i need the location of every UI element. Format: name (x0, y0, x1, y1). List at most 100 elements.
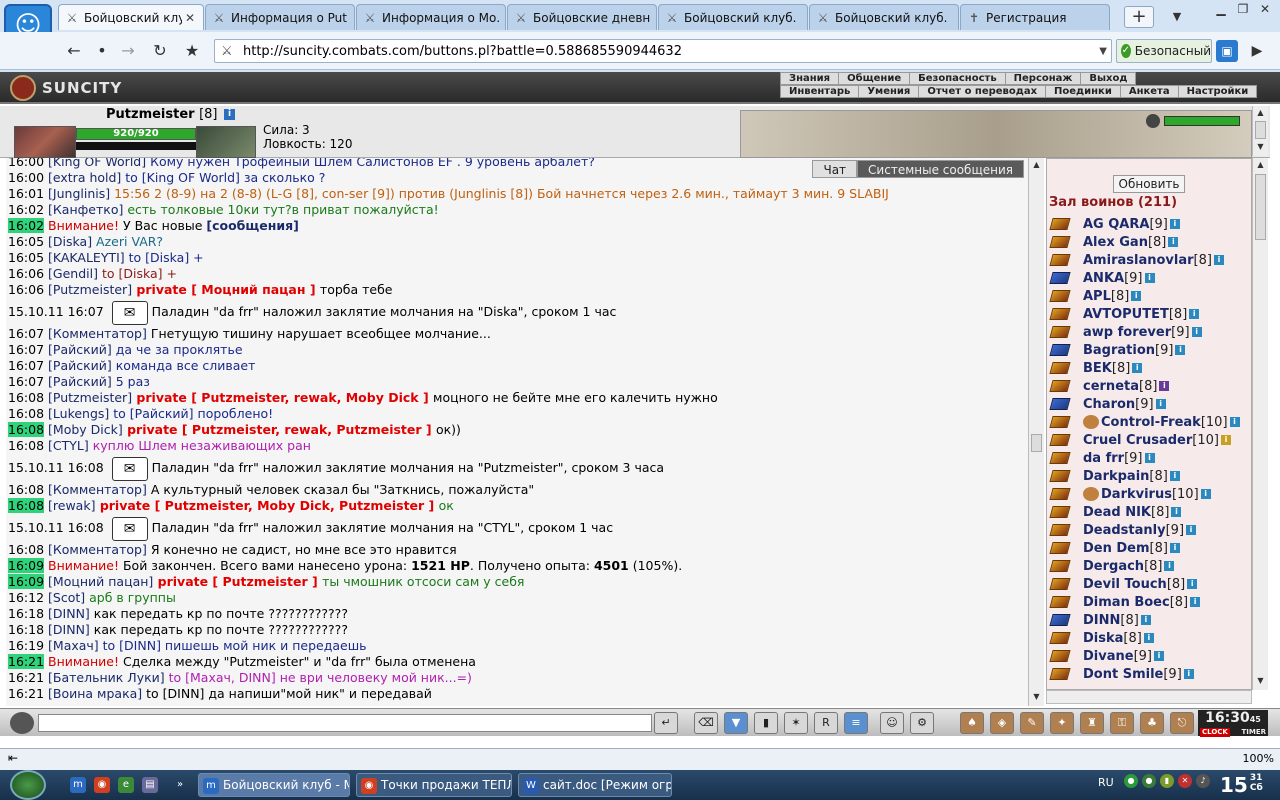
chat-timestamp[interactable]: 16:01 (8, 186, 44, 201)
private-message-icon[interactable] (1049, 396, 1071, 412)
private-message-icon[interactable] (1049, 378, 1071, 394)
player-name[interactable]: AG QARA (1083, 217, 1149, 232)
chat-timestamp[interactable]: 15.10.11 16:08 (8, 520, 104, 535)
chat-nick[interactable]: [Махач] (48, 638, 99, 653)
chat-nick[interactable]: [Моцний пацан] (48, 574, 153, 589)
private-message-icon[interactable] (1049, 486, 1071, 502)
menu-item[interactable]: Умения (858, 86, 918, 97)
chat-nick[interactable]: [Бательник Луки] (48, 670, 165, 685)
chat-nick[interactable]: [Diska] (48, 234, 92, 249)
info-icon[interactable]: i (1200, 489, 1211, 499)
send-icon[interactable]: ↵ (654, 712, 678, 734)
chat-nick[interactable]: [Moby Dick] (48, 422, 123, 437)
info-icon[interactable]: i (1168, 237, 1179, 247)
document-icon[interactable]: ▤ (142, 777, 158, 793)
spells-icon[interactable]: ✦ (1050, 712, 1074, 734)
info-icon[interactable]: i (1131, 291, 1142, 301)
player-name[interactable]: cerneta (1083, 379, 1139, 394)
lock-icon[interactable]: ⚿ (1110, 712, 1134, 734)
player-name[interactable]: Darkpain (1083, 469, 1149, 484)
forward-icon[interactable]: → (116, 40, 140, 62)
chat-nick[interactable]: [Райский] (48, 358, 112, 373)
player-name[interactable]: awp forever (1083, 325, 1171, 340)
friends-icon[interactable]: ♣ (1140, 712, 1164, 734)
player-name[interactable]: Dergach (1083, 559, 1144, 574)
menu-item[interactable]: Инвентарь (781, 86, 858, 97)
chat-timestamp[interactable]: 16:00 (8, 170, 44, 185)
player-name[interactable]: ANKA (1083, 271, 1124, 286)
quill-icon[interactable]: ✎ (1020, 712, 1044, 734)
player-name[interactable]: Bagration (1083, 343, 1155, 358)
zoom-level[interactable]: 100% (1243, 752, 1274, 765)
browser-tab[interactable]: ⚔ Бойцовский клуб. (809, 4, 959, 30)
menu-item[interactable]: Отчет о переводах (918, 86, 1045, 97)
chat-nick[interactable]: [extra hold] (48, 170, 121, 185)
chat-timestamp[interactable]: 16:07 (8, 326, 44, 341)
smiles-icon[interactable]: ☺ (880, 712, 904, 734)
chat-nick[interactable]: [DINN] (48, 622, 90, 637)
close-window-icon[interactable]: ✕ (1254, 0, 1276, 18)
info-icon[interactable]: i (1140, 615, 1151, 625)
maximize-icon[interactable]: ❐ (1232, 0, 1254, 18)
taskbar-item[interactable]: m Бойцовский клуб - M… (198, 773, 350, 797)
browser-tab[interactable]: ⚔ Бойцовские дневни… (507, 4, 657, 30)
network-icon[interactable]: ✕ (1178, 774, 1192, 788)
back-icon[interactable]: ← (62, 40, 86, 62)
chat-timestamp[interactable]: 16:07 (8, 358, 44, 373)
info-icon[interactable]: i (1169, 471, 1180, 481)
tab-list-icon[interactable]: ▼ (1166, 6, 1188, 28)
chat-nick[interactable]: [Putzmeister] (48, 282, 132, 297)
player-name[interactable]: DINN (1083, 613, 1120, 628)
player-name[interactable]: AVTOPUTET (1083, 307, 1169, 322)
clan-badge-icon[interactable] (1083, 487, 1099, 501)
taskbar-item[interactable]: ◉ Точки продажи ТЕПЛ… (356, 773, 512, 797)
chat-timestamp[interactable]: 16:08 (8, 498, 45, 513)
chat-nick[interactable]: [Lukengs] (48, 406, 109, 421)
chat-timestamp[interactable]: 16:08 (8, 482, 44, 497)
private-message-icon[interactable] (1049, 630, 1071, 646)
player-name[interactable]: da frr (1083, 451, 1124, 466)
private-message-icon[interactable] (1049, 270, 1071, 286)
character-name[interactable]: Putzmeister [8] i (106, 107, 236, 122)
private-message-icon[interactable] (1049, 504, 1071, 520)
map-icon[interactable]: ◈ (990, 712, 1014, 734)
chat-timestamp[interactable]: 16:09 (8, 574, 45, 589)
potion-icon[interactable]: ♠ (960, 712, 984, 734)
chat-nick[interactable]: [Комментатор] (48, 482, 147, 497)
chat-timestamp[interactable]: 16:21 (8, 654, 45, 669)
info-icon[interactable]: i (1187, 579, 1198, 589)
menu-item[interactable]: Поединки (1045, 86, 1120, 97)
start-button[interactable] (10, 770, 46, 800)
minimize-icon[interactable]: ▁ (1210, 0, 1232, 18)
chat-timestamp[interactable]: 16:08 (8, 438, 44, 453)
chat-tab[interactable]: Системные сообщения (857, 160, 1024, 178)
private-message-icon[interactable] (1049, 594, 1071, 610)
browser-tab[interactable]: ⚔ Бойцовский клуб ✕ (58, 4, 204, 30)
chat-timestamp[interactable]: 16:00 (8, 158, 44, 169)
chat-nick[interactable]: [Putzmeister] (48, 390, 132, 405)
menu-item[interactable]: Персонаж (1004, 73, 1081, 84)
player-name[interactable]: Charon (1083, 397, 1135, 412)
top-panel-scrollbar[interactable]: ▲ ▼ (1252, 106, 1268, 156)
private-message-icon[interactable] (1049, 648, 1071, 664)
chat-timestamp[interactable]: 16:21 (8, 686, 44, 701)
private-message-icon[interactable] (1049, 216, 1071, 232)
info-icon[interactable]: i (1213, 255, 1224, 265)
scroll-thumb[interactable] (1255, 174, 1266, 240)
menu-item[interactable]: Выход (1080, 73, 1135, 84)
close-tab-icon[interactable]: ✕ (185, 11, 197, 25)
info-icon[interactable]: i (1229, 417, 1240, 427)
chat-nick[interactable]: [сообщения] (206, 218, 298, 233)
info-icon[interactable]: i (1144, 273, 1155, 283)
chat-log[interactable]: Чат Системные сообщения 16:00 [King OF Wor… (6, 158, 1028, 706)
fighter-icon[interactable]: ✶ (784, 712, 808, 734)
avatar[interactable] (14, 126, 76, 158)
chat-timestamp[interactable]: 16:08 (8, 406, 44, 421)
warriors-scrollbar[interactable]: ▲ ▼ (1252, 158, 1268, 690)
scroll-up-icon[interactable]: ▲ (1253, 158, 1268, 172)
chat-nick[interactable]: [Воина мрака] (48, 686, 142, 701)
info-icon[interactable]: i (1183, 669, 1194, 679)
history-dot-icon[interactable]: • (90, 40, 114, 62)
language-indicator[interactable]: RU (1098, 776, 1114, 789)
menu-item[interactable]: Безопасность (909, 73, 1005, 84)
